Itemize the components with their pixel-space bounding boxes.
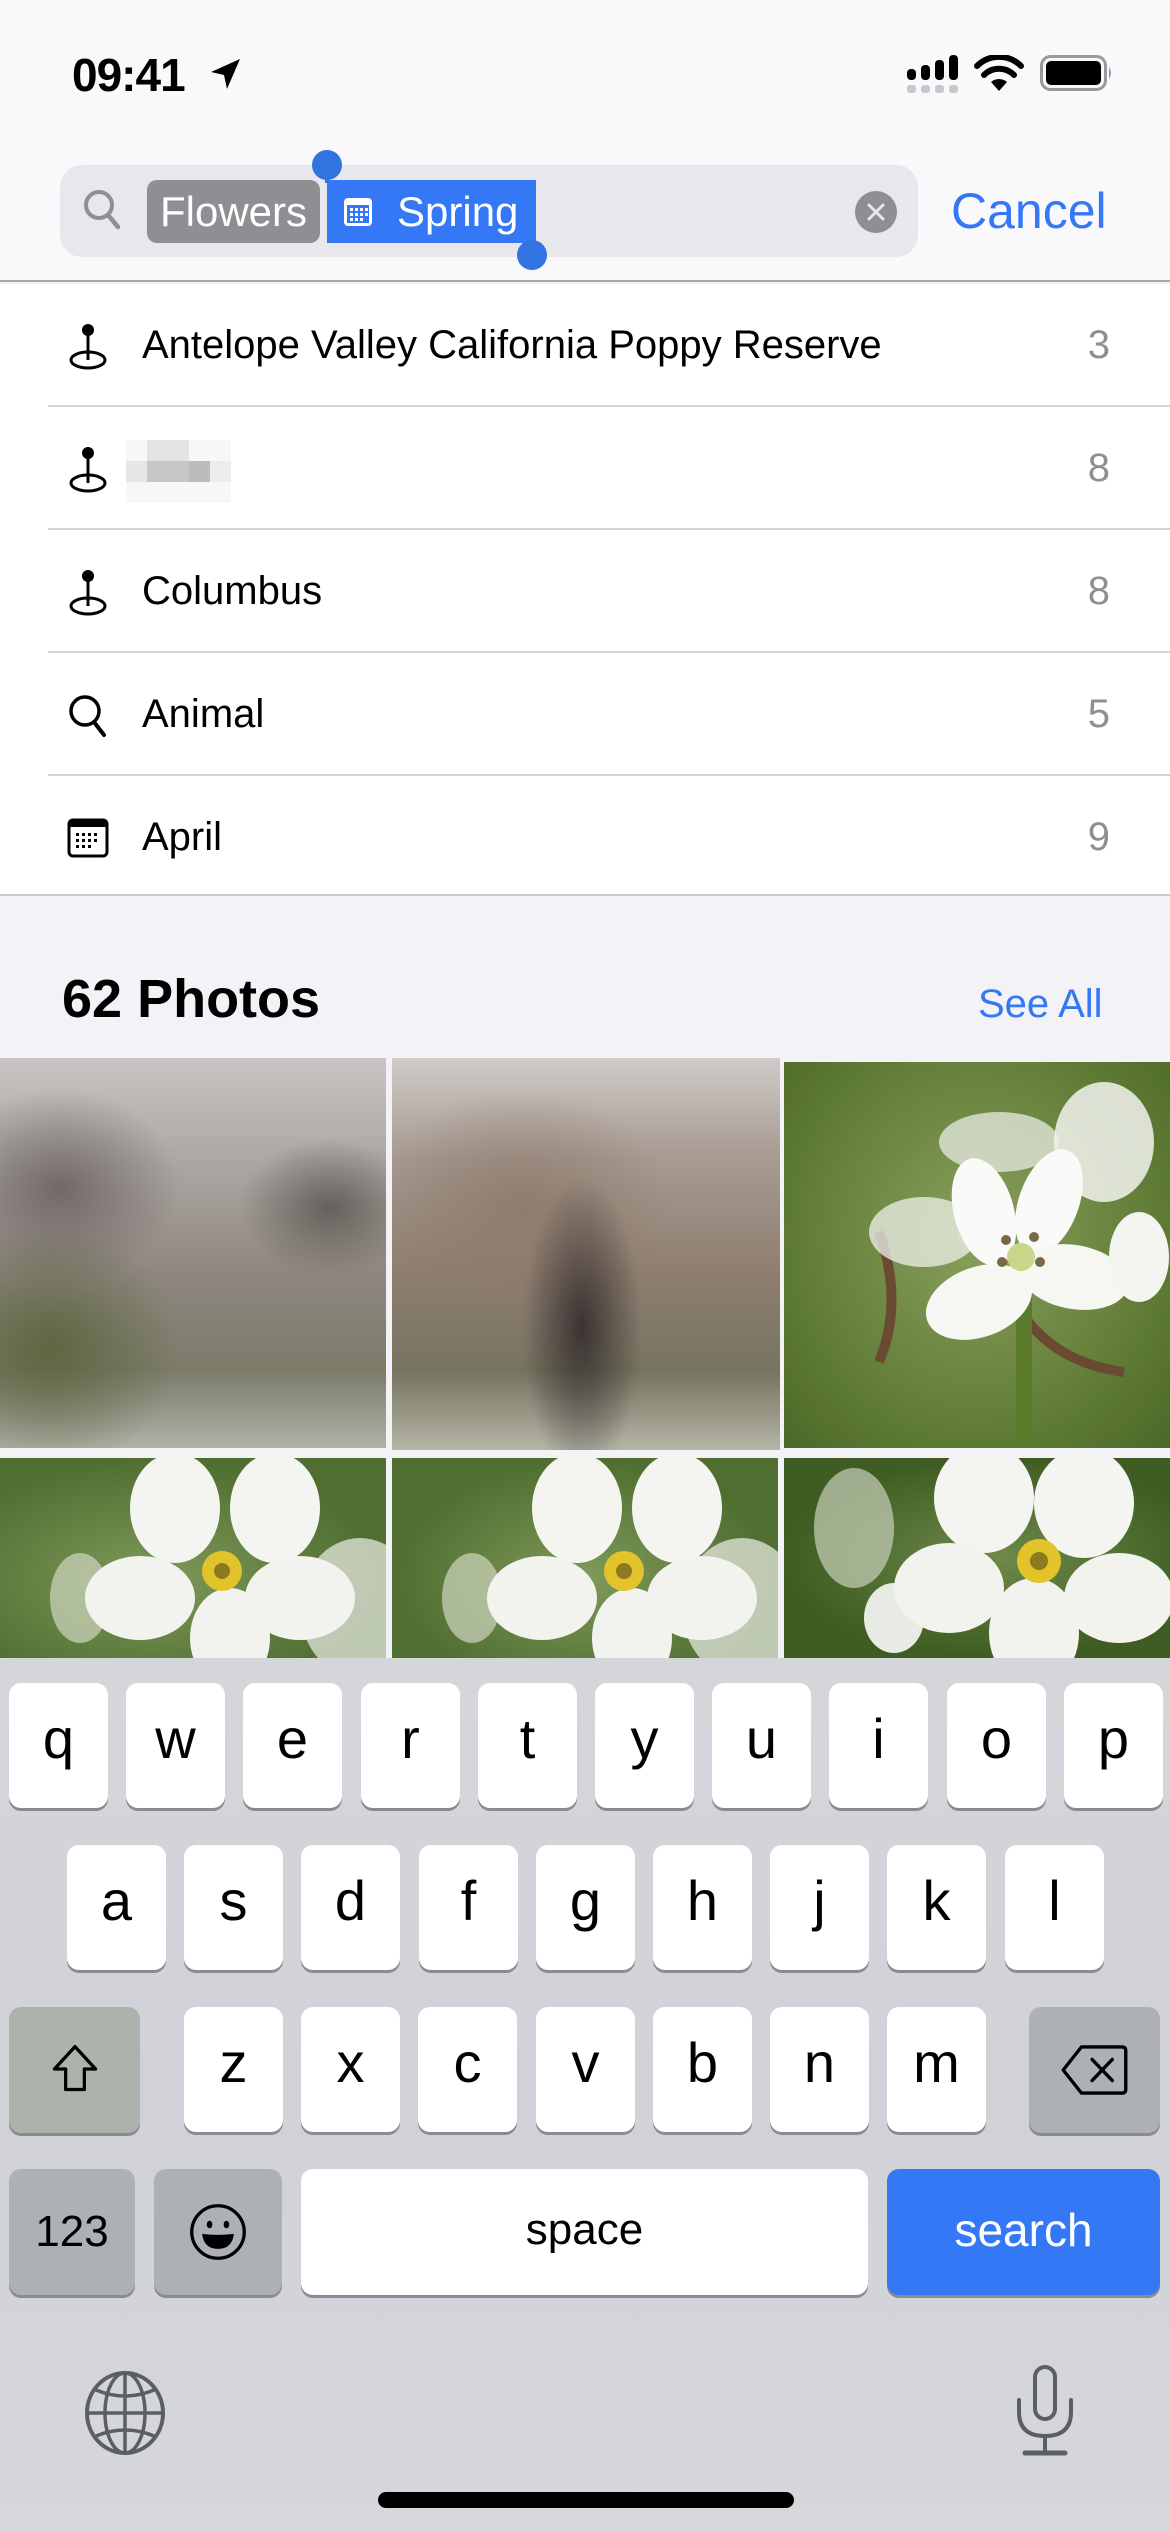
battery-icon	[1040, 55, 1111, 91]
status-time: 09:41	[72, 49, 186, 101]
key-a[interactable]: a	[67, 1845, 166, 1970]
search-key[interactable]: search	[887, 2169, 1160, 2295]
key-c[interactable]: c	[418, 2007, 517, 2132]
suggestion-count: 5	[1087, 692, 1110, 736]
flower-image	[869, 1082, 1169, 1448]
token-label: Flowers	[159, 188, 308, 235]
key-l[interactable]: l	[1005, 1845, 1104, 1970]
key-h[interactable]: h	[653, 1845, 752, 1970]
photo-thumbnail[interactable]	[392, 1458, 778, 1658]
globe-icon[interactable]	[82, 2370, 168, 2456]
suggestion-count: 8	[1087, 569, 1110, 613]
suggestion-row[interactable]: Antelope Valley California Poppy Reserve…	[0, 284, 1170, 407]
suggestion-label: April	[142, 815, 223, 859]
key-e[interactable]: e	[243, 1683, 342, 1808]
key-b[interactable]: b	[653, 2007, 752, 2132]
key-s[interactable]: s	[184, 1845, 283, 1970]
key-z[interactable]: z	[184, 2007, 283, 2132]
location-pin-icon	[69, 324, 107, 370]
search-icon	[84, 190, 121, 230]
selection-start-handle[interactable]	[312, 150, 342, 180]
shift-key[interactable]	[9, 2007, 140, 2133]
key-r[interactable]: r	[361, 1683, 460, 1808]
search-header: 09:41 Flowers Spring Cancel	[0, 0, 1170, 282]
wifi-icon	[974, 55, 1024, 91]
search-token-flowers[interactable]: Flowers	[147, 180, 320, 243]
clear-search-button[interactable]	[855, 191, 897, 233]
search-icon	[69, 695, 106, 737]
suggestion-count: 9	[1087, 815, 1110, 859]
search-key-label: search	[954, 2204, 1093, 2256]
key-t[interactable]: t	[478, 1683, 577, 1808]
suggestion-row[interactable]: Animal 5	[0, 653, 1170, 776]
numbers-key-label: 123	[35, 2207, 109, 2256]
key-y[interactable]: y	[595, 1683, 694, 1808]
calendar-icon	[344, 198, 372, 226]
redacted-label	[126, 440, 231, 503]
key-j[interactable]: j	[770, 1845, 869, 1970]
space-key-label: space	[525, 2205, 644, 2254]
key-x[interactable]: x	[301, 2007, 400, 2132]
emoji-icon	[190, 2204, 246, 2260]
clear-circle-icon	[867, 203, 885, 221]
key-n[interactable]: n	[770, 2007, 869, 2132]
key-g[interactable]: g	[536, 1845, 635, 1970]
key-o[interactable]: o	[947, 1683, 1046, 1808]
space-key[interactable]: space	[301, 2169, 868, 2295]
token-label: Spring	[397, 188, 519, 235]
key-d[interactable]: d	[301, 1845, 400, 1970]
photo-thumbnail[interactable]	[784, 1458, 1170, 1658]
photo-thumbnail[interactable]	[0, 1458, 386, 1658]
photos-count-heading: 62 Photos	[62, 969, 321, 1029]
photo-thumbnail[interactable]	[0, 1058, 386, 1448]
delete-key[interactable]	[1029, 2007, 1160, 2133]
search-token-spring[interactable]: Spring	[327, 180, 536, 243]
suggestion-label: Columbus	[142, 569, 323, 613]
cancel-button[interactable]: Cancel	[951, 180, 1107, 243]
microphone-icon[interactable]	[1015, 2364, 1075, 2458]
key-i[interactable]: i	[829, 1683, 928, 1808]
flower-image	[814, 1458, 1170, 1658]
see-all-button[interactable]: See All	[978, 982, 1103, 1027]
suggestion-row[interactable]: Columbus 8	[0, 530, 1170, 653]
location-arrow-icon	[211, 59, 240, 89]
flower-image	[442, 1458, 778, 1658]
suggestion-label: Antelope Valley California Poppy Reserve	[142, 323, 882, 367]
suggestion-row[interactable]: 8	[0, 407, 1170, 530]
location-pin-icon	[69, 570, 107, 616]
key-u[interactable]: u	[712, 1683, 811, 1808]
key-v[interactable]: v	[536, 2007, 635, 2132]
key-p[interactable]: p	[1064, 1683, 1163, 1808]
photo-thumbnail[interactable]	[784, 1062, 1170, 1448]
calendar-icon	[67, 818, 109, 858]
numbers-key[interactable]: 123	[9, 2169, 135, 2295]
suggestion-row[interactable]: April 9	[0, 776, 1170, 899]
location-pin-icon	[69, 447, 107, 493]
key-m[interactable]: m	[887, 2007, 986, 2132]
cellular-signal-icon	[907, 55, 958, 93]
selection-end-handle[interactable]	[517, 240, 547, 270]
key-f[interactable]: f	[419, 1845, 518, 1970]
key-w[interactable]: w	[126, 1683, 225, 1808]
emoji-key[interactable]	[154, 2169, 282, 2295]
flower-image	[50, 1458, 386, 1658]
shift-icon	[52, 2044, 98, 2092]
photo-thumbnail[interactable]	[392, 1058, 780, 1450]
home-indicator	[378, 2492, 794, 2508]
suggestion-label: Animal	[142, 692, 265, 736]
key-q[interactable]: q	[9, 1683, 108, 1808]
suggestion-count: 8	[1087, 446, 1110, 490]
delete-icon	[1061, 2045, 1128, 2095]
key-k[interactable]: k	[887, 1845, 986, 1970]
suggestions-list: Antelope Valley California Poppy Reserve…	[0, 284, 1170, 896]
suggestion-count: 3	[1087, 323, 1110, 367]
